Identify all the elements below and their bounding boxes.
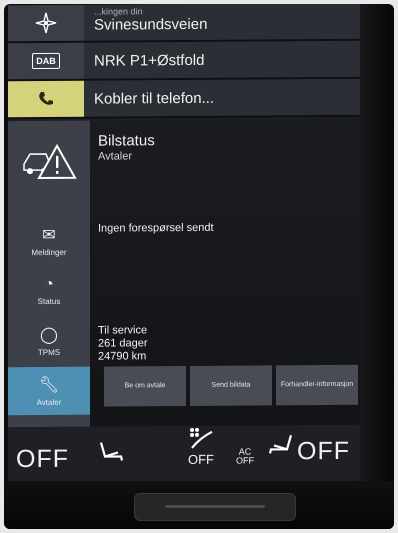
dealer-info-button[interactable]: Forhandler-informasjon bbox=[276, 364, 358, 406]
sidebar-item-meldinger[interactable]: ✉ Meldinger bbox=[8, 217, 90, 266]
message-icon: ✉ bbox=[42, 226, 56, 245]
service-label: Til service bbox=[98, 324, 148, 337]
ac-button[interactable]: AC OFF bbox=[236, 447, 254, 466]
device-frame: ...kingen din Svinesundsveien DAB NRK P1… bbox=[4, 4, 394, 529]
wrench-icon: 🔧︎ bbox=[38, 376, 60, 395]
dashboard-panel bbox=[4, 481, 394, 529]
dab-icon: DAB bbox=[8, 42, 84, 80]
phone-icon bbox=[8, 80, 84, 118]
infotainment-screen: ...kingen din Svinesundsveien DAB NRK P1… bbox=[8, 4, 364, 484]
knob-groove bbox=[165, 505, 265, 508]
ac-state: OFF bbox=[236, 455, 254, 466]
sidebar-item-tpms[interactable]: ◯ TPMS bbox=[8, 317, 90, 366]
fan-icon[interactable] bbox=[186, 426, 216, 455]
sidebar-item-label: Status bbox=[37, 296, 61, 307]
radio-station: NRK P1+Østfold bbox=[84, 40, 364, 79]
fan-level: OFF bbox=[188, 451, 214, 467]
car-status-sidebar: ✉ Meldinger ◔ Status ◯ TPMS 🔧︎ Avtaler bbox=[8, 120, 90, 428]
service-info: Til service 261 dager 24790 km bbox=[98, 324, 148, 363]
request-appointment-button[interactable]: Be om avtale bbox=[104, 366, 186, 407]
page-subtitle: Avtaler bbox=[98, 150, 133, 163]
screen-bezel bbox=[360, 4, 394, 529]
volume-knob[interactable] bbox=[134, 493, 296, 521]
gauge-icon: ◔ bbox=[44, 275, 54, 293]
phone-tile[interactable]: Kobler til telefon... bbox=[8, 78, 364, 120]
service-km: 24790 km bbox=[98, 350, 147, 363]
sidebar-item-label: TPMS bbox=[37, 347, 61, 358]
car-status-content: Bilstatus Avtaler Ingen forespørsel send… bbox=[90, 118, 364, 427]
page-title: Bilstatus bbox=[98, 132, 155, 150]
sidebar-item-status[interactable]: ◔ Status bbox=[8, 267, 90, 316]
climate-bar: OFF OFF AC OFF OFF bbox=[8, 424, 364, 484]
car-warning-icon bbox=[8, 120, 90, 204]
sidebar-item-label: Avtaler bbox=[36, 397, 62, 408]
compass-icon bbox=[8, 4, 84, 42]
sidebar-item-label: Meldinger bbox=[31, 247, 67, 258]
passenger-temperature[interactable]: OFF bbox=[297, 437, 350, 466]
nav-subtitle: ...kingen din bbox=[94, 5, 143, 17]
driver-seat-heat-icon[interactable] bbox=[98, 438, 124, 468]
driver-temperature[interactable]: OFF bbox=[16, 445, 69, 474]
phone-status: Kobler til telefon... bbox=[84, 78, 364, 117]
request-status-message: Ingen forespørsel sendt bbox=[98, 221, 214, 235]
navigation-tile[interactable]: ...kingen din Svinesundsveien bbox=[8, 4, 364, 44]
radio-tile[interactable]: DAB NRK P1+Østfold bbox=[8, 40, 364, 82]
service-days: 261 dager bbox=[98, 337, 148, 350]
action-buttons: Be om avtale Send bildata Forhandler-inf… bbox=[104, 364, 358, 407]
dab-label: DAB bbox=[32, 52, 60, 70]
tire-icon: ◯ bbox=[40, 326, 58, 345]
car-status-card: ✉ Meldinger ◔ Status ◯ TPMS 🔧︎ Avtaler B… bbox=[8, 118, 364, 428]
passenger-seat-heat-icon[interactable] bbox=[268, 431, 294, 461]
nav-destination: Svinesundsveien bbox=[94, 15, 208, 34]
send-car-data-button[interactable]: Send bildata bbox=[190, 365, 272, 406]
sidebar-item-avtaler[interactable]: 🔧︎ Avtaler bbox=[8, 366, 90, 416]
